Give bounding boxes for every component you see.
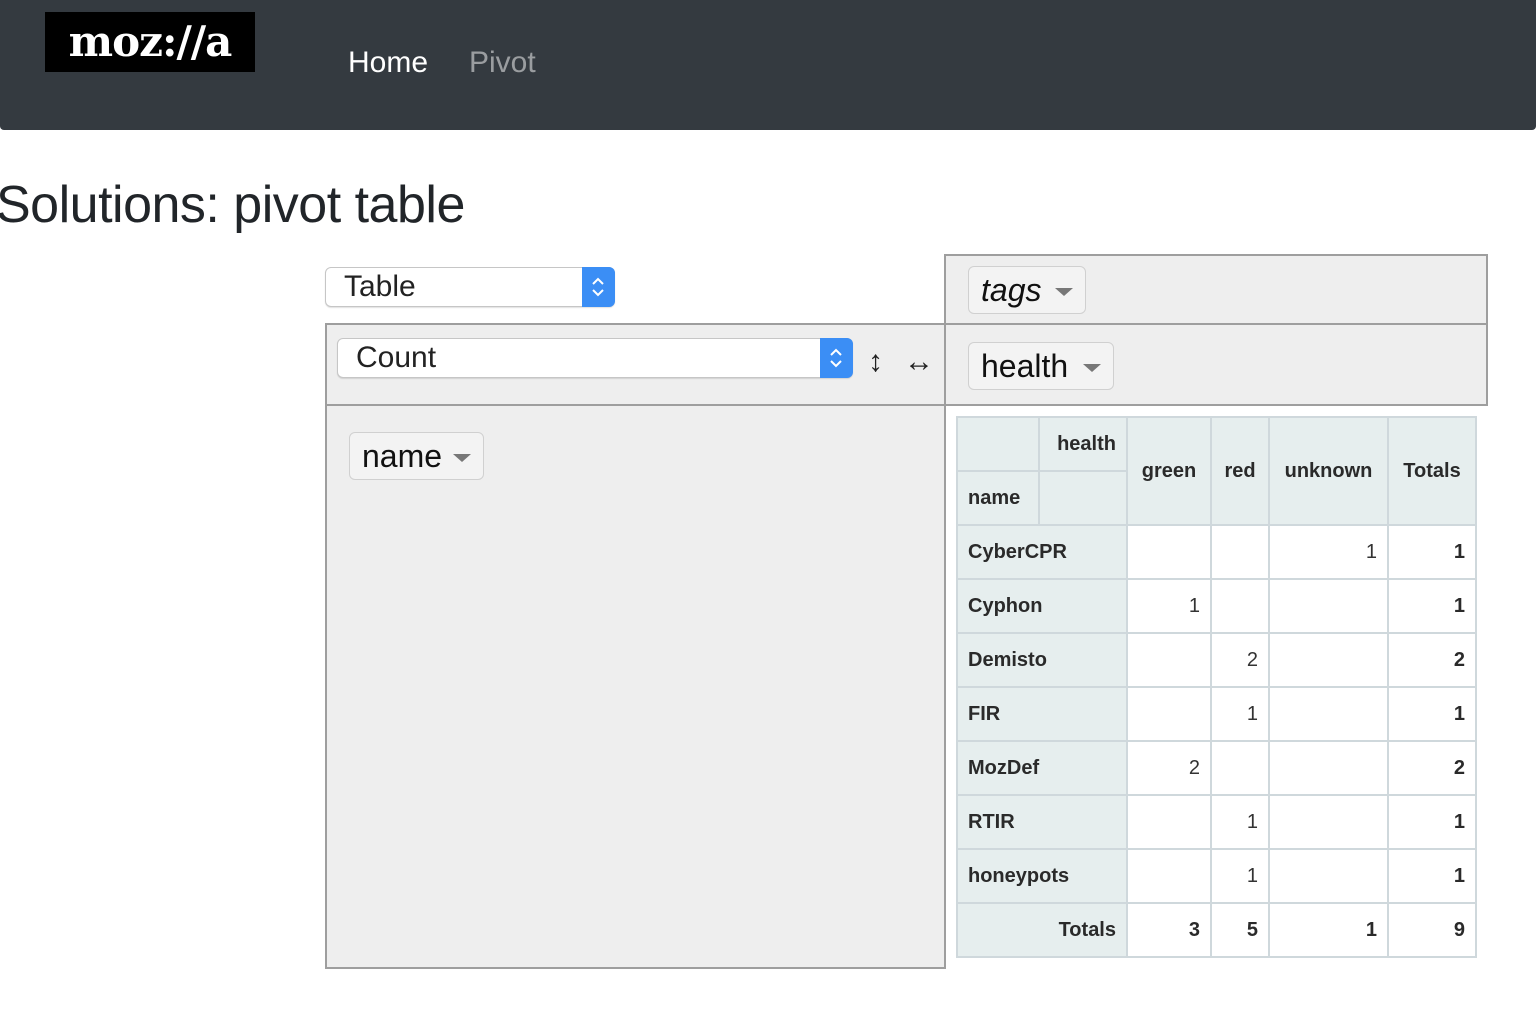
value-cell xyxy=(1126,794,1212,850)
aggregator-select-value: Count xyxy=(356,341,437,374)
row-total-cell: 1 xyxy=(1387,524,1477,580)
value-cell: 1 xyxy=(1210,794,1270,850)
nav-link-pivot[interactable]: Pivot xyxy=(469,44,536,82)
row-label: Demisto xyxy=(956,632,1128,688)
mozilla-logo[interactable]: moz://a xyxy=(45,12,255,72)
value-cell: 1 xyxy=(1126,578,1212,634)
select-stepper-icon xyxy=(582,267,615,307)
table-row: honeypots 1 1 xyxy=(956,848,1477,904)
attribute-pill-tags[interactable]: tags xyxy=(968,266,1086,314)
value-cell xyxy=(1210,740,1270,796)
row-total-cell: 1 xyxy=(1387,578,1477,634)
value-cell: 1 xyxy=(1210,848,1270,904)
attribute-pill-label: tags xyxy=(981,272,1042,308)
value-cell xyxy=(1126,524,1212,580)
top-navbar: moz://a Home Pivot xyxy=(0,0,1536,130)
pivot-table: health green red unknown Totals name Cyb… xyxy=(956,416,1477,958)
value-cell xyxy=(1268,578,1389,634)
row-order-toggle-icon[interactable]: ↕ xyxy=(868,342,883,382)
value-cell xyxy=(1210,524,1270,580)
grand-total-cell: 9 xyxy=(1387,902,1477,958)
select-stepper-icon xyxy=(820,338,853,378)
caret-down-icon[interactable] xyxy=(1083,364,1101,372)
value-cell: 1 xyxy=(1268,524,1389,580)
table-row: CyberCPR 1 1 xyxy=(956,524,1477,580)
row-total-cell: 1 xyxy=(1387,848,1477,904)
row-label: MozDef xyxy=(956,740,1128,796)
caret-down-icon[interactable] xyxy=(453,454,471,462)
aggregator-select[interactable]: Count xyxy=(337,338,853,378)
row-attributes-area xyxy=(325,404,946,969)
value-cell: 2 xyxy=(1126,740,1212,796)
row-total-cell: 1 xyxy=(1387,686,1477,742)
col-header: red xyxy=(1210,416,1270,526)
value-cell xyxy=(1268,794,1389,850)
attribute-pill-label: name xyxy=(362,438,443,474)
table-row: Demisto 2 2 xyxy=(956,632,1477,688)
page-title: Solutions: pivot table xyxy=(0,176,465,234)
caret-down-icon[interactable] xyxy=(1055,288,1073,296)
row-total-cell: 1 xyxy=(1387,794,1477,850)
col-header: unknown xyxy=(1268,416,1389,526)
row-label: RTIR xyxy=(956,794,1128,850)
corner-cell xyxy=(956,416,1040,472)
row-label: CyberCPR xyxy=(956,524,1128,580)
col-totals-header: Totals xyxy=(1387,416,1477,526)
blank-header-cell xyxy=(1038,470,1128,526)
row-label: FIR xyxy=(956,686,1128,742)
attribute-pill-label: health xyxy=(981,348,1069,384)
row-label: honeypots xyxy=(956,848,1128,904)
nav-link-home[interactable]: Home xyxy=(348,44,428,82)
value-cell xyxy=(1126,686,1212,742)
renderer-select[interactable]: Table xyxy=(325,267,615,307)
value-cell xyxy=(1268,848,1389,904)
row-label: Cyphon xyxy=(956,578,1128,634)
attribute-pill-health[interactable]: health xyxy=(968,342,1114,390)
renderer-select-value: Table xyxy=(344,270,416,303)
row-total-cell: 2 xyxy=(1387,740,1477,796)
value-cell: 2 xyxy=(1210,632,1270,688)
value-cell xyxy=(1268,686,1389,742)
column-order-toggle-icon[interactable]: ↔ xyxy=(904,342,934,382)
table-row: Cyphon 1 1 xyxy=(956,578,1477,634)
column-total-cell: 1 xyxy=(1268,902,1389,958)
column-total-cell: 3 xyxy=(1126,902,1212,958)
row-total-cell: 2 xyxy=(1387,632,1477,688)
table-row: RTIR 1 1 xyxy=(956,794,1477,850)
attribute-pill-name[interactable]: name xyxy=(349,432,484,480)
table-row: FIR 1 1 xyxy=(956,686,1477,742)
row-axis-label: name xyxy=(956,470,1040,526)
value-cell xyxy=(1268,632,1389,688)
totals-row: Totals 3 5 1 9 xyxy=(956,902,1477,958)
table-row: MozDef 2 2 xyxy=(956,740,1477,796)
value-cell xyxy=(1126,848,1212,904)
value-cell xyxy=(1210,578,1270,634)
value-cell xyxy=(1126,632,1212,688)
col-axis-label: health xyxy=(1038,416,1128,472)
column-total-cell: 5 xyxy=(1210,902,1270,958)
value-cell: 1 xyxy=(1210,686,1270,742)
value-cell xyxy=(1268,740,1389,796)
col-header: green xyxy=(1126,416,1212,526)
row-totals-label: Totals xyxy=(956,902,1128,958)
